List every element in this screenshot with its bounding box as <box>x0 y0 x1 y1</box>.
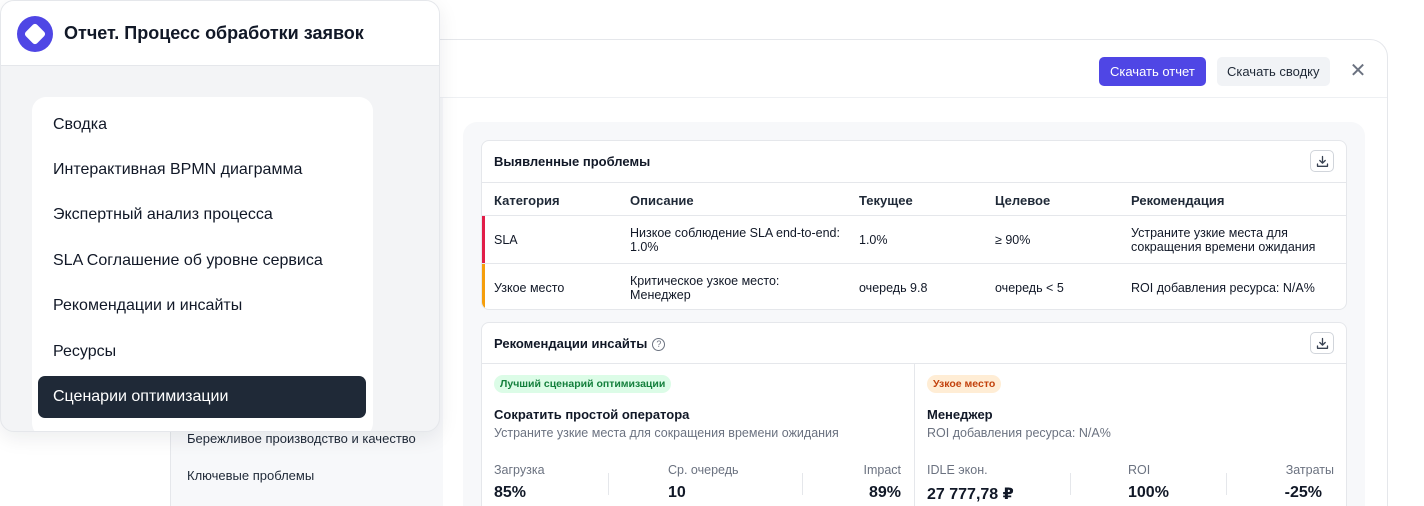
sub-nav-item-lean[interactable]: Бережливое производство и качество <box>187 431 416 446</box>
metric-value-load: 85% <box>494 484 527 501</box>
metric-label-roi: ROI <box>1128 463 1151 477</box>
report-navigation-menu: Отчет. Процесс обработки заявок Сводка И… <box>0 0 440 432</box>
cell-category: Узкое место <box>494 281 565 295</box>
download-icon <box>1316 155 1329 167</box>
cell-description: Низкое соблюдение SLA end-to-end: 1.0% <box>630 226 840 254</box>
divider <box>482 182 1346 183</box>
metric-label-load: Загрузка <box>494 463 545 477</box>
metric-divider <box>1226 473 1227 495</box>
table-row[interactable]: Узкое место Критическое узкое место: Мен… <box>482 264 1346 309</box>
column-divider <box>914 364 915 506</box>
insights-title: Рекомендации инсайты? <box>494 336 666 351</box>
column-header-current: Текущее <box>859 193 913 208</box>
bottleneck-badge: Узкое место <box>927 375 1002 393</box>
cell-current: очередь 9.8 <box>859 281 928 295</box>
metric-label-idle: IDLE экон. <box>927 463 988 477</box>
metric-divider <box>608 473 609 495</box>
severity-bar <box>482 216 485 263</box>
insight-title: Менеджер <box>927 407 993 422</box>
logo-icon <box>17 16 53 52</box>
insights-card: Рекомендации инсайты? Лучший сценарий оп… <box>481 322 1347 506</box>
cell-target: ≥ 90% <box>995 233 1031 247</box>
metric-value-impact: 89% <box>868 484 901 501</box>
help-icon[interactable]: ? <box>652 338 666 351</box>
problems-card: Выявленные проблемы Категория Описание Т… <box>481 140 1347 310</box>
menu-item-recommendations[interactable]: Рекомендации и инсайты <box>38 285 366 327</box>
cell-current: 1.0% <box>859 233 888 247</box>
menu-item-expert-analysis[interactable]: Экспертный анализ процесса <box>38 194 366 236</box>
download-report-button[interactable]: Скачать отчет <box>1099 57 1206 86</box>
metric-label-costs: Затраты <box>1285 463 1334 477</box>
sub-nav-item-key-problems[interactable]: Ключевые проблемы <box>187 468 314 483</box>
problems-title: Выявленные проблемы <box>494 154 651 169</box>
cell-recommendation: Устраните узкие места для сокращения вре… <box>1131 226 1316 254</box>
table-row[interactable]: SLA Низкое соблюдение SLA end-to-end: 1.… <box>482 216 1346 263</box>
column-header-description: Описание <box>630 193 694 208</box>
metric-value-roi: 100% <box>1128 484 1169 501</box>
download-icon <box>1316 337 1329 349</box>
menu-header: Отчет. Процесс обработки заявок <box>1 1 439 66</box>
menu-item-bpmn[interactable]: Интерактивная BPMN диаграмма <box>38 149 366 191</box>
best-scenario-badge: Лучший сценарий оптимизации <box>494 375 672 393</box>
problems-download-button[interactable] <box>1310 150 1334 172</box>
menu-item-summary[interactable]: Сводка <box>38 104 366 146</box>
menu-list: Сводка Интерактивная BPMN диаграмма Эксп… <box>32 97 373 431</box>
cell-description: Критическое узкое место: Менеджер <box>630 274 780 302</box>
close-icon[interactable]: ✕ <box>1347 60 1369 82</box>
column-header-recommendation: Рекомендация <box>1131 193 1225 208</box>
metric-value-queue: 10 <box>668 484 686 501</box>
metric-divider <box>802 473 803 495</box>
report-content: Выявленные проблемы Категория Описание Т… <box>463 122 1365 506</box>
insight-subtitle: ROI добавления ресурса: N/A% <box>927 426 1111 440</box>
insight-title: Сократить простой оператора <box>494 407 690 422</box>
cell-recommendation: ROI добавления ресурса: N/A% <box>1131 281 1315 295</box>
metric-divider <box>1070 473 1071 495</box>
column-header-category: Категория <box>494 193 560 208</box>
insights-download-button[interactable] <box>1310 332 1334 354</box>
metric-value-costs: -25% <box>1284 484 1322 501</box>
insights-title-text: Рекомендации инсайты <box>494 336 648 351</box>
report-title: Отчет. Процесс обработки заявок <box>64 23 364 43</box>
severity-bar <box>482 264 485 309</box>
menu-item-sla[interactable]: SLA Соглашение об уровне сервиса <box>38 240 366 282</box>
cell-target: очередь < 5 <box>995 281 1064 295</box>
insight-subtitle: Устраните узкие места для сокращения вре… <box>494 426 839 440</box>
metric-label-impact: Impact <box>863 463 901 477</box>
metric-label-queue: Ср. очередь <box>668 463 739 477</box>
menu-item-resources[interactable]: Ресурсы <box>38 331 366 373</box>
menu-item-optimization-scenarios[interactable]: Сценарии оптимизации <box>38 376 366 418</box>
cell-category: SLA <box>494 233 518 247</box>
download-summary-button[interactable]: Скачать сводку <box>1217 57 1330 86</box>
metric-value-idle: 27 777,78 ₽ <box>927 486 1014 503</box>
column-header-target: Целевое <box>995 193 1051 208</box>
